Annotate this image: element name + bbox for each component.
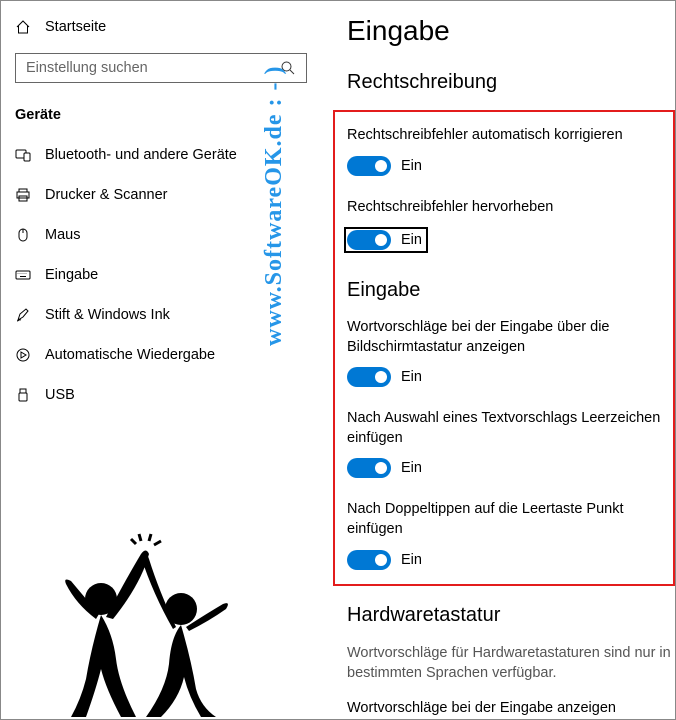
sidebar-item-autoplay[interactable]: Automatische Wiedergabe (1, 335, 321, 375)
sidebar-item-bluetooth[interactable]: Bluetooth- und andere Geräte (1, 135, 321, 175)
hwkb-heading: Hardwaretastatur (347, 604, 675, 627)
typing-heading: Eingabe (347, 279, 671, 302)
keyboard-icon (15, 267, 31, 283)
autoplay-icon (15, 347, 31, 363)
setting-label: Wortvorschläge bei der Eingabe anzeigen (347, 699, 675, 719)
search-input[interactable]: Einstellung suchen (15, 53, 307, 83)
sidebar-section-title: Geräte (1, 101, 321, 135)
setting-label: Wortvorschläge bei der Eingabe über die … (347, 318, 671, 357)
sidebar-item-label: Eingabe (45, 267, 98, 283)
nav-home-label: Startseite (45, 19, 106, 35)
setting-label: Nach Auswahl eines Textvorschlags Leerze… (347, 409, 671, 448)
sidebar-item-mouse[interactable]: Maus (1, 215, 321, 255)
sidebar-item-label: Automatische Wiedergabe (45, 347, 215, 363)
home-icon (15, 19, 31, 35)
toggle-state: Ein (401, 158, 422, 174)
pen-icon (15, 307, 31, 323)
toggle-state: Ein (401, 232, 422, 248)
sidebar-item-label: USB (45, 387, 75, 403)
setting-label: Rechtschreibfehler automatisch korrigier… (347, 126, 671, 146)
suggestions-toggle[interactable] (347, 367, 391, 387)
sidebar-item-label: Maus (45, 227, 80, 243)
sidebar-item-usb[interactable]: USB (1, 375, 321, 415)
autocorrect-toggle[interactable] (347, 156, 391, 176)
sidebar-item-typing[interactable]: Eingabe (1, 255, 321, 295)
printer-icon (15, 187, 31, 203)
settings-sidebar: Startseite Einstellung suchen Geräte Blu… (1, 1, 321, 719)
setting-autocorrect: Rechtschreibfehler automatisch korrigier… (347, 126, 671, 176)
nav-home[interactable]: Startseite (1, 9, 321, 45)
highlight-box: Rechtschreibfehler automatisch korrigier… (333, 110, 675, 586)
toggle-state: Ein (401, 552, 422, 568)
setting-space-after: Nach Auswahl eines Textvorschlags Leerze… (347, 409, 671, 478)
highlight-toggle[interactable] (347, 230, 391, 250)
mouse-icon (15, 227, 31, 243)
spelling-heading: Rechtschreibung (347, 71, 675, 94)
sidebar-item-pen[interactable]: Stift & Windows Ink (1, 295, 321, 335)
devices-icon (15, 147, 31, 163)
search-icon (280, 60, 296, 76)
setting-label: Rechtschreibfehler hervorheben (347, 198, 671, 218)
sidebar-item-printers[interactable]: Drucker & Scanner (1, 175, 321, 215)
setting-double-tap: Nach Doppeltippen auf die Leertaste Punk… (347, 500, 671, 569)
double-tap-toggle[interactable] (347, 550, 391, 570)
usb-icon (15, 387, 31, 403)
sidebar-item-label: Bluetooth- und andere Geräte (45, 147, 237, 163)
sidebar-item-label: Stift & Windows Ink (45, 307, 170, 323)
setting-suggestions: Wortvorschläge bei der Eingabe über die … (347, 318, 671, 387)
setting-label: Nach Doppeltippen auf die Leertaste Punk… (347, 500, 671, 539)
toggle-state: Ein (401, 369, 422, 385)
hwkb-note: Wortvorschläge für Hardwaretastaturen si… (347, 643, 675, 684)
page-title: Eingabe (347, 15, 675, 47)
setting-highlight: Rechtschreibfehler hervorheben Ein (347, 198, 671, 254)
search-placeholder: Einstellung suchen (26, 60, 148, 76)
space-after-toggle[interactable] (347, 458, 391, 478)
toggle-state: Ein (401, 460, 422, 476)
content-panel: Eingabe Rechtschreibung Rechtschreibfehl… (321, 1, 675, 719)
setting-hwkb-suggestions: Wortvorschläge bei der Eingabe anzeigen … (347, 699, 675, 719)
sidebar-item-label: Drucker & Scanner (45, 187, 168, 203)
